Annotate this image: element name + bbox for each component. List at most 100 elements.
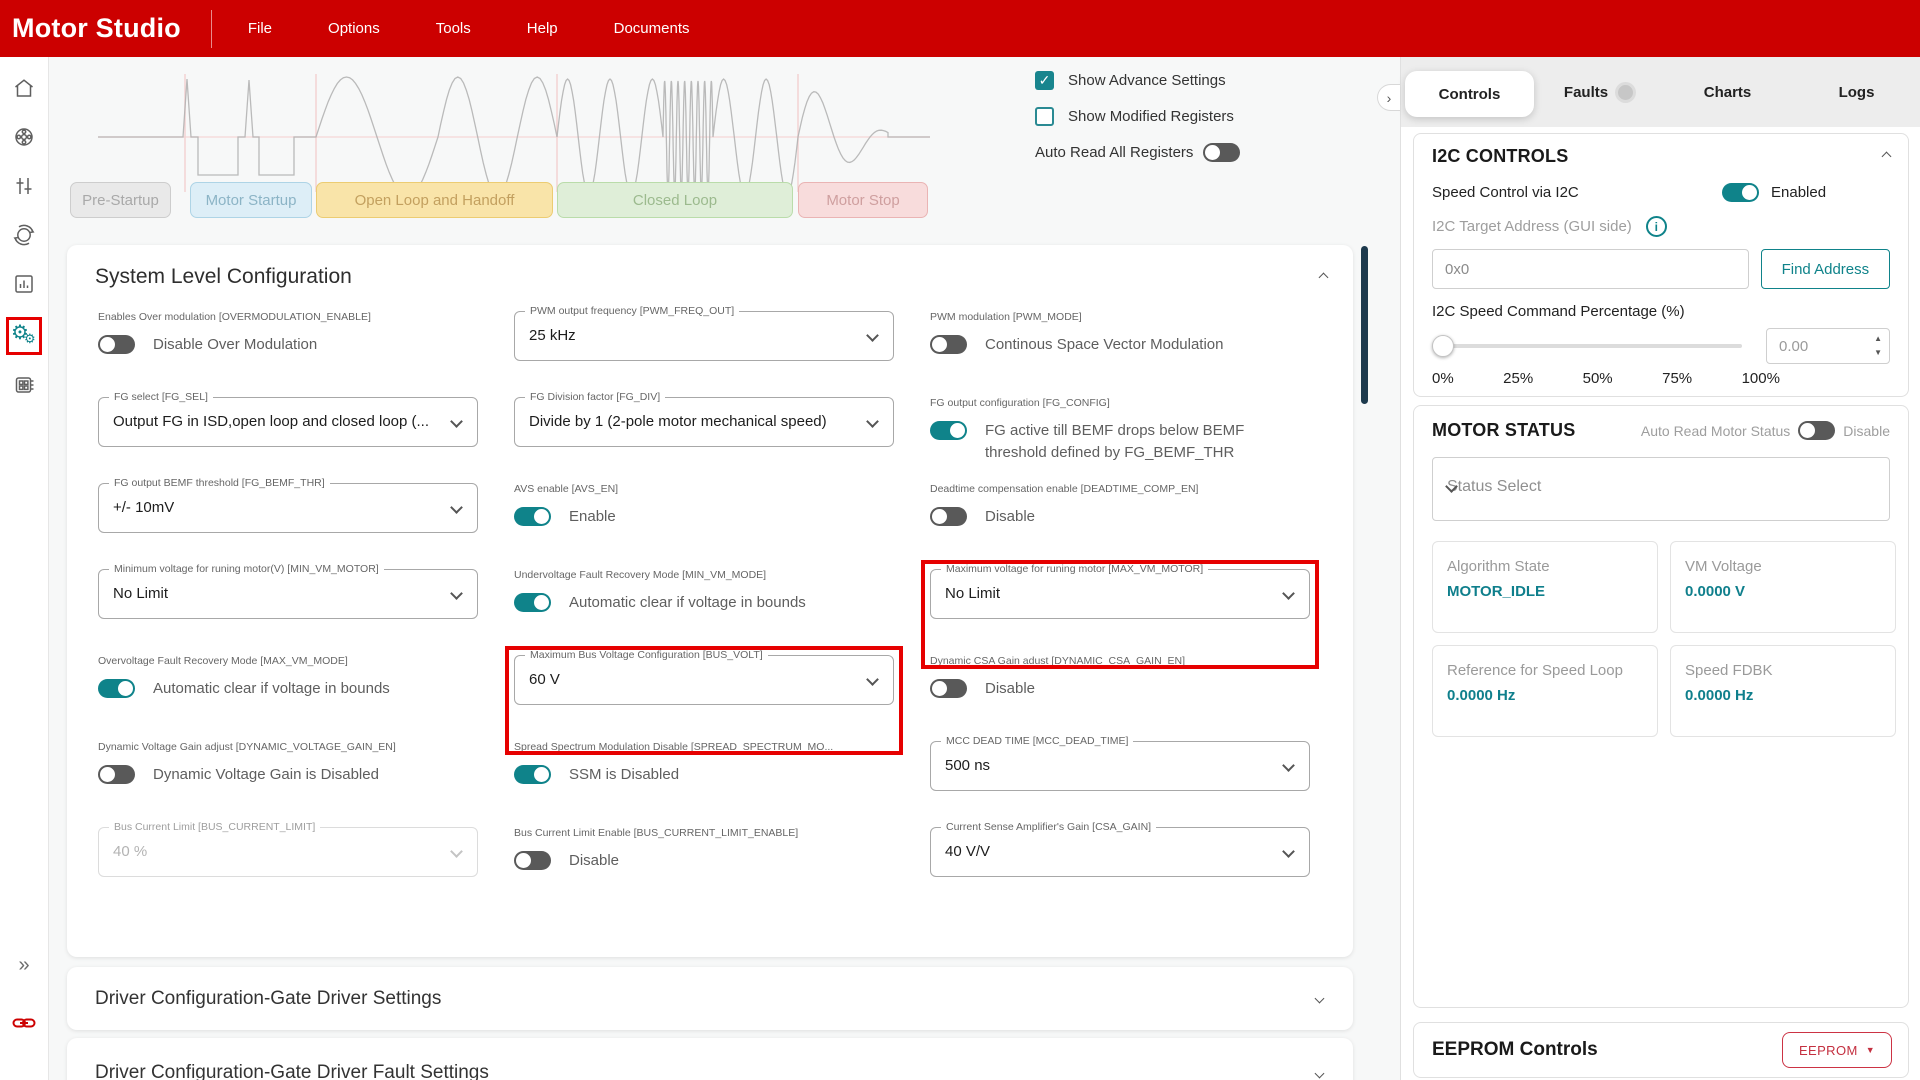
show-modified-registers-checkbox[interactable]: Show Modified Registers: [1035, 107, 1240, 126]
menu-file[interactable]: File: [248, 20, 272, 37]
pwm-freq-out-dropdown[interactable]: PWM output frequency [PWM_FREQ_OUT]25 kH…: [514, 311, 894, 361]
tab-faults[interactable]: Faults: [1534, 57, 1663, 127]
min-vm-motor-dropdown[interactable]: Minimum voltage for runing motor(V) [MIN…: [98, 569, 478, 619]
spread-spectrum-mod-toggle[interactable]: [514, 765, 551, 784]
toggle-knob: [100, 767, 115, 782]
eeprom-controls-title: EEPROM Controls: [1432, 1039, 1598, 1061]
fg-bemf-thr-value: +/- 10mV: [113, 499, 174, 516]
dynamic-csa-gain-en-toggle[interactable]: [930, 679, 967, 698]
spread-spectrum-mod-state-text: SSM is Disabled: [569, 764, 679, 786]
auto-read-all-toggle[interactable]: [1203, 143, 1240, 162]
bus-volt-dropdown[interactable]: Maximum Bus Voltage Configuration [BUS_V…: [514, 655, 894, 705]
stage-closed-loop[interactable]: Closed Loop: [557, 182, 793, 218]
motor-icon[interactable]: [8, 121, 40, 152]
max-vm-mode-toggle[interactable]: [98, 679, 135, 698]
fg-bemf-thr-field: FG output BEMF threshold [FG_BEMF_THR]+/…: [98, 483, 478, 569]
chevron-down-icon: [1315, 994, 1325, 1004]
max-vm-motor-field: Maximum voltage for runing motor [MAX_VM…: [930, 569, 1310, 655]
fg-config-toggle[interactable]: [930, 421, 967, 440]
expand-sidebar-icon[interactable]: »: [18, 954, 29, 977]
min-vm-motor-value: No Limit: [113, 585, 168, 602]
chevron-down-icon: [866, 415, 879, 428]
main-area: Pre-Startup Motor Startup Open Loop and …: [49, 57, 1400, 1080]
show-advance-settings-checkbox[interactable]: ✓ Show Advance Settings: [1035, 71, 1240, 90]
max-vm-motor-dropdown[interactable]: Maximum voltage for runing motor [MAX_VM…: [930, 569, 1310, 619]
tune-icon[interactable]: [8, 170, 40, 201]
dynamic-voltage-gain-en-toggle[interactable]: [98, 765, 135, 784]
fg-div-field: FG Division factor [FG_DIV]Divide by 1 (…: [514, 397, 894, 483]
collapse-i2c-icon[interactable]: [1882, 152, 1892, 162]
i2c-target-address-label: I2C Target Address (GUI side): [1432, 218, 1632, 235]
link-icon[interactable]: [8, 1007, 40, 1038]
speed-loop-reference-card: Reference for Speed Loop 0.0000 Hz: [1432, 645, 1658, 737]
speed-command-value-input[interactable]: [1766, 328, 1890, 364]
stage-open-loop-handoff[interactable]: Open Loop and Handoff: [316, 182, 553, 218]
gate-driver-fault-settings-section[interactable]: Driver Configuration-Gate Driver Fault S…: [67, 1038, 1353, 1080]
slider-thumb[interactable]: [1432, 335, 1454, 357]
mcc-dead-time-value: 500 ns: [945, 757, 990, 774]
menu-documents[interactable]: Documents: [614, 20, 690, 37]
menu-bar: File Options Tools Help Documents: [212, 20, 690, 37]
home-icon[interactable]: [8, 72, 40, 103]
bus-current-limit-enable-toggle[interactable]: [514, 851, 551, 870]
stage-motor-stop[interactable]: Motor Stop: [798, 182, 928, 218]
fg-sel-field: FG select [FG_SEL]Output FG in ISD,open …: [98, 397, 478, 483]
bus-current-limit-field: Bus Current Limit [BUS_CURRENT_LIMIT]40 …: [98, 827, 478, 913]
fg-config-state-text: FG active till BEMF drops below BEMF thr…: [985, 420, 1295, 464]
show-advance-label: Show Advance Settings: [1068, 72, 1226, 89]
status-grid: Algorithm State MOTOR_IDLE VM Voltage 0.…: [1432, 541, 1890, 737]
speed-command-slider[interactable]: [1432, 335, 1742, 357]
show-modified-label: Show Modified Registers: [1068, 108, 1234, 125]
deadtime-comp-en-toggle[interactable]: [930, 507, 967, 526]
speed-control-toggle[interactable]: [1722, 183, 1759, 202]
vm-voltage-card: VM Voltage 0.0000 V: [1670, 541, 1896, 633]
i2c-address-input[interactable]: [1432, 249, 1749, 289]
registers-icon[interactable]: [8, 369, 40, 400]
csa-gain-dropdown[interactable]: Current Sense Amplifier's Gain [CSA_GAIN…: [930, 827, 1310, 877]
avs-en-state-text: Enable: [569, 506, 616, 528]
mcc-dead-time-dropdown[interactable]: MCC DEAD TIME [MCC_DEAD_TIME]500 ns: [930, 741, 1310, 791]
bus-current-limit-enable-toggle-row: Disable: [514, 850, 894, 872]
gate-driver-settings-section[interactable]: Driver Configuration-Gate Driver Setting…: [67, 967, 1353, 1030]
overmodulation-enable-toggle[interactable]: [98, 335, 135, 354]
view-options: ✓ Show Advance Settings Show Modified Re…: [1035, 71, 1240, 162]
menu-help[interactable]: Help: [527, 20, 558, 37]
min-vm-mode-state-text: Automatic clear if voltage in bounds: [569, 592, 806, 614]
min-vm-mode-toggle[interactable]: [514, 593, 551, 612]
eeprom-button[interactable]: EEPROM▼: [1782, 1032, 1892, 1068]
bus-current-limit-value: 40 %: [113, 843, 147, 860]
chart-icon[interactable]: [8, 268, 40, 299]
avs-en-toggle[interactable]: [514, 507, 551, 526]
info-icon[interactable]: i: [1646, 216, 1667, 237]
slider-scale: 0%25%50%75%100%: [1432, 370, 1780, 387]
sync-icon[interactable]: [8, 219, 40, 250]
stepper-arrows-icon[interactable]: ▲▼: [1874, 332, 1882, 360]
csa-gain-field: Current Sense Amplifier's Gain [CSA_GAIN…: [930, 827, 1310, 913]
toggle-knob: [932, 337, 947, 352]
pwm-mode-toggle[interactable]: [930, 335, 967, 354]
find-address-button[interactable]: Find Address: [1761, 249, 1890, 289]
toggle-knob: [932, 681, 947, 696]
bus-current-limit-enable-field: Bus Current Limit Enable [BUS_CURRENT_LI…: [514, 827, 894, 913]
speed-control-label: Speed Control via I2C: [1432, 184, 1722, 201]
status-select-dropdown[interactable]: Status Select: [1432, 457, 1890, 521]
tab-logs[interactable]: Logs: [1792, 57, 1920, 127]
stage-pre-startup[interactable]: Pre-Startup: [70, 182, 171, 218]
collapse-panel-button[interactable]: ›: [1377, 84, 1400, 111]
settings-gears-icon[interactable]: ⚙⚙: [6, 317, 42, 355]
vertical-scrollbar[interactable]: [1361, 246, 1368, 404]
section-title: System Level Configuration: [95, 265, 352, 289]
menu-options[interactable]: Options: [328, 20, 380, 37]
auto-read-all-registers: Auto Read All Registers: [1035, 143, 1240, 162]
auto-read-motor-state: Disable: [1843, 423, 1890, 439]
tab-charts[interactable]: Charts: [1663, 57, 1792, 127]
collapse-section-icon[interactable]: [1319, 272, 1329, 282]
tab-controls[interactable]: Controls: [1405, 71, 1534, 117]
stage-motor-startup[interactable]: Motor Startup: [190, 182, 312, 218]
menu-tools[interactable]: Tools: [436, 20, 471, 37]
fg-sel-dropdown[interactable]: FG select [FG_SEL]Output FG in ISD,open …: [98, 397, 478, 447]
auto-read-motor-toggle[interactable]: [1798, 421, 1835, 440]
fg-bemf-thr-dropdown[interactable]: FG output BEMF threshold [FG_BEMF_THR]+/…: [98, 483, 478, 533]
fg-div-dropdown[interactable]: FG Division factor [FG_DIV]Divide by 1 (…: [514, 397, 894, 447]
sidebar: ⚙⚙ »: [0, 57, 49, 1080]
